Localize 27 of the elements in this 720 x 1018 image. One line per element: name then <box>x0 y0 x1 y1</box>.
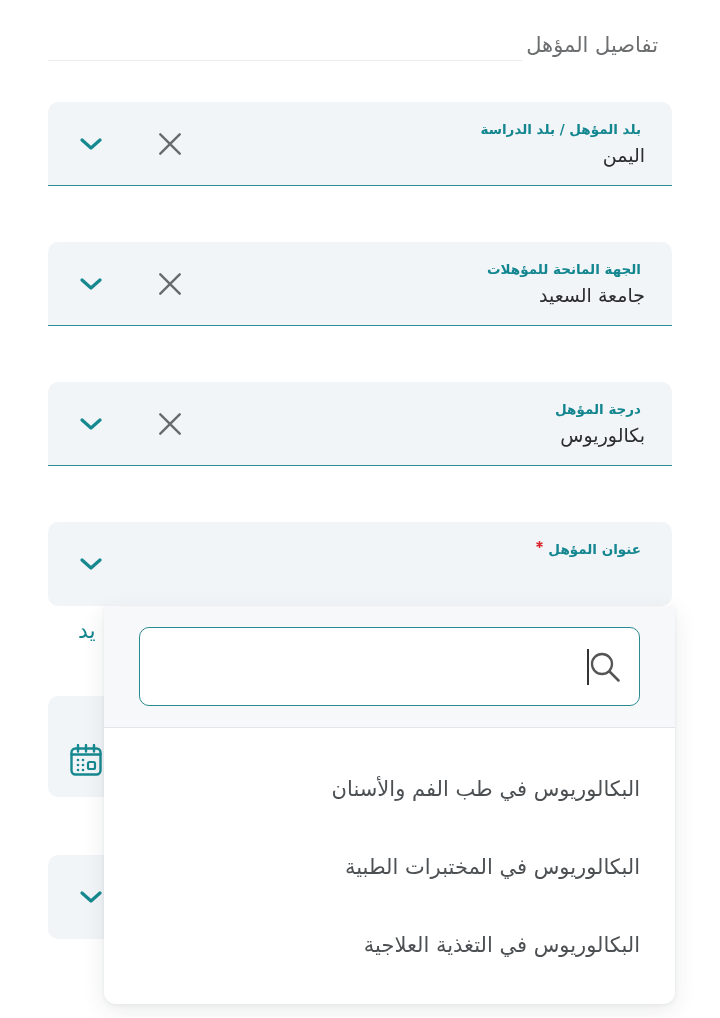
dropdown-option[interactable]: البكالوريوس في المختبرات الطبية <box>104 828 675 906</box>
select-field[interactable]: الجهة المانحة للمؤهلات جامعة السعيد <box>48 242 672 326</box>
field-label: عنوان المؤهل <box>548 540 641 559</box>
field-label: درجة المؤهل <box>555 400 641 419</box>
dropdown-option[interactable]: البكالوريوس في التغذية العلاجية <box>104 906 675 984</box>
select-field[interactable]: عنوان المؤهل <box>48 522 672 606</box>
chevron-down-icon[interactable] <box>80 558 102 570</box>
clear-icon[interactable] <box>159 132 181 155</box>
select-field[interactable]: بلد المؤهل / بلد الدراسة اليمن <box>48 102 672 186</box>
field-label: بلد المؤهل / بلد الدراسة <box>480 120 641 139</box>
chevron-down-icon[interactable] <box>80 277 102 290</box>
field-value: بكالوريوس <box>559 423 645 449</box>
dropdown-option[interactable]: البكالوريوس في طب الفم والأسنان <box>104 750 675 828</box>
field-value: جامعة السعيد <box>538 283 645 308</box>
field-value: اليمن <box>601 143 645 169</box>
clear-icon[interactable] <box>159 272 181 295</box>
search-icon <box>590 651 620 682</box>
calendar-icon[interactable] <box>70 744 102 776</box>
field-label: الجهة المانحة للمؤهلات <box>487 260 641 279</box>
section-title: تفاصيل المؤهل <box>525 32 659 59</box>
clear-icon[interactable] <box>159 412 181 435</box>
chevron-down-icon[interactable] <box>80 891 102 903</box>
search-field[interactable] <box>139 627 640 706</box>
chevron-down-icon[interactable] <box>80 417 102 430</box>
chevron-down-icon[interactable] <box>80 137 102 150</box>
select-field[interactable]: درجة المؤهل بكالوريوس <box>48 382 672 466</box>
link-text[interactable]: يد <box>78 618 96 644</box>
